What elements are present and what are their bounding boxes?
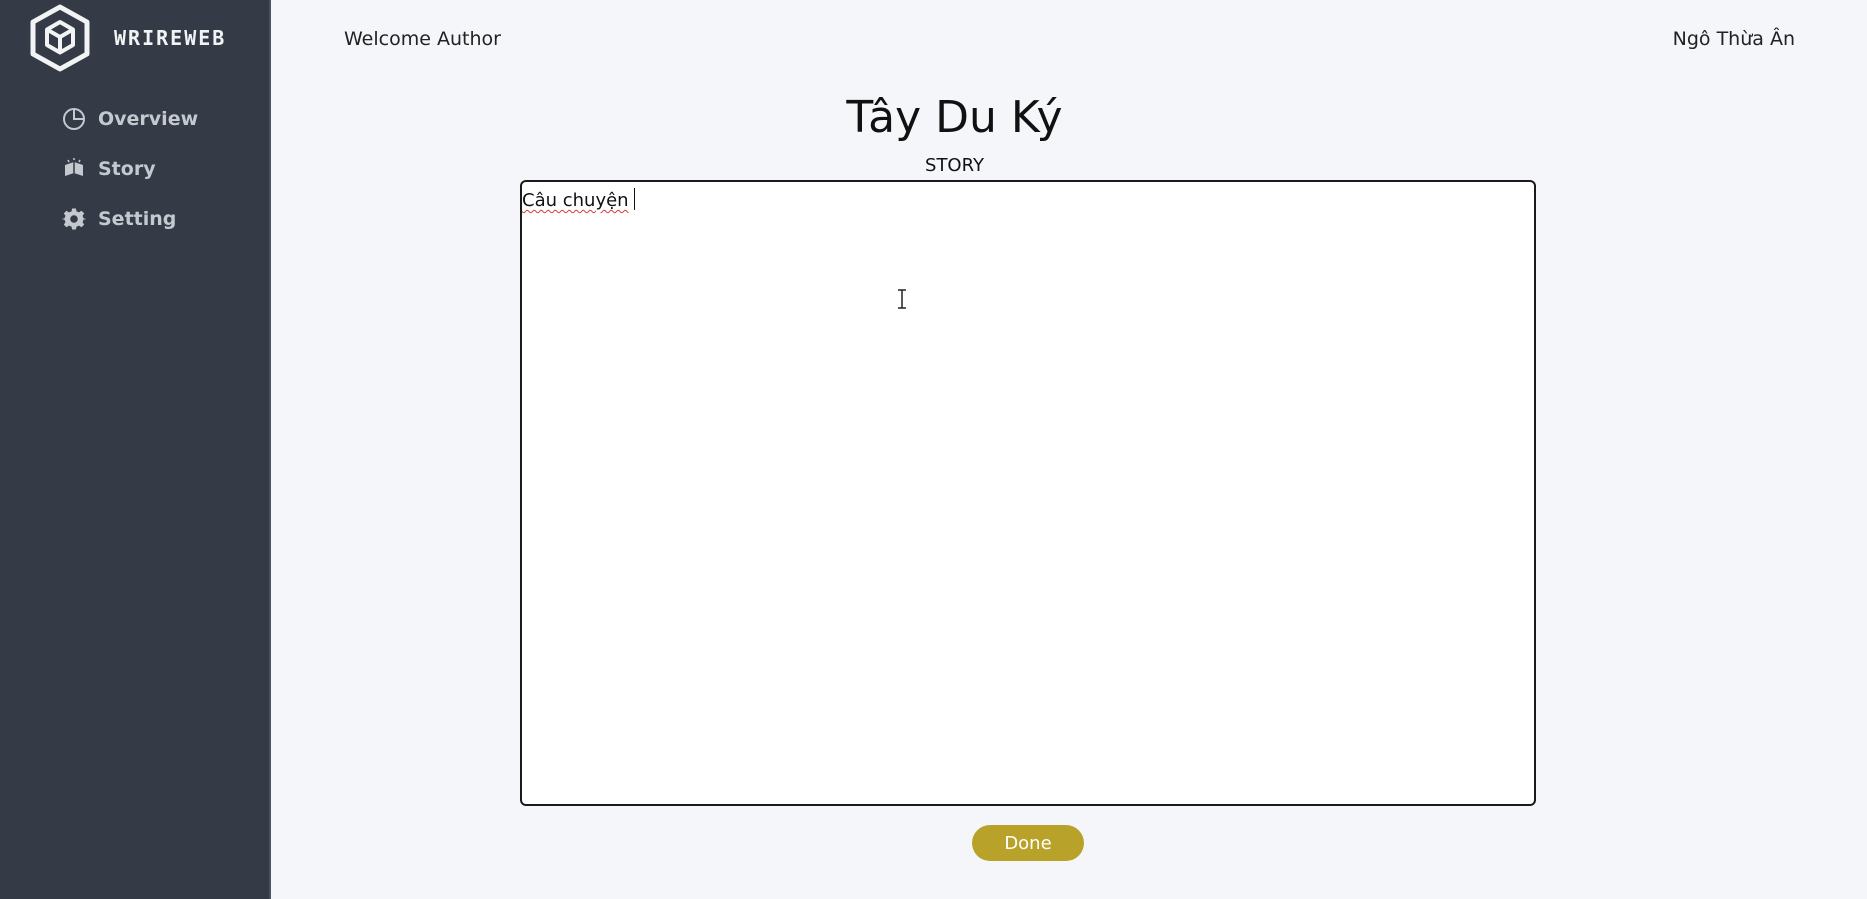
story-text: Câu chuyện bbox=[522, 190, 629, 211]
sidebar-nav: Overview Story Setting bbox=[62, 94, 198, 244]
story-textarea[interactable]: Câu chuyện bbox=[520, 180, 1536, 806]
brand-name: WRIREWEB bbox=[114, 26, 227, 50]
sidebar-item-label: Setting bbox=[98, 208, 177, 230]
text-caret bbox=[633, 188, 635, 210]
sidebar-item-overview[interactable]: Overview bbox=[62, 94, 198, 144]
welcome-text: Welcome Author bbox=[344, 28, 501, 50]
cube-hexagon-logo-icon bbox=[30, 4, 90, 72]
app-root: WRIREWEB Overview Story Setting Welcome … bbox=[0, 0, 1867, 899]
sidebar: WRIREWEB Overview Story Setting bbox=[0, 0, 271, 899]
sidebar-item-label: Overview bbox=[98, 108, 199, 130]
sidebar-item-label: Story bbox=[98, 158, 156, 180]
brand[interactable]: WRIREWEB bbox=[28, 4, 226, 72]
section-label: STORY bbox=[925, 155, 984, 176]
sidebar-item-story[interactable]: Story bbox=[62, 144, 198, 194]
sidebar-item-setting[interactable]: Setting bbox=[62, 194, 198, 244]
gear-icon bbox=[62, 207, 86, 231]
done-button[interactable]: Done bbox=[972, 825, 1084, 861]
page-title: Tây Du Ký bbox=[846, 92, 1063, 143]
user-name[interactable]: Ngô Thừa Ân bbox=[1673, 28, 1795, 50]
book-icon bbox=[62, 157, 86, 181]
pie-chart-icon bbox=[62, 107, 86, 131]
text-cursor-icon bbox=[898, 289, 906, 309]
